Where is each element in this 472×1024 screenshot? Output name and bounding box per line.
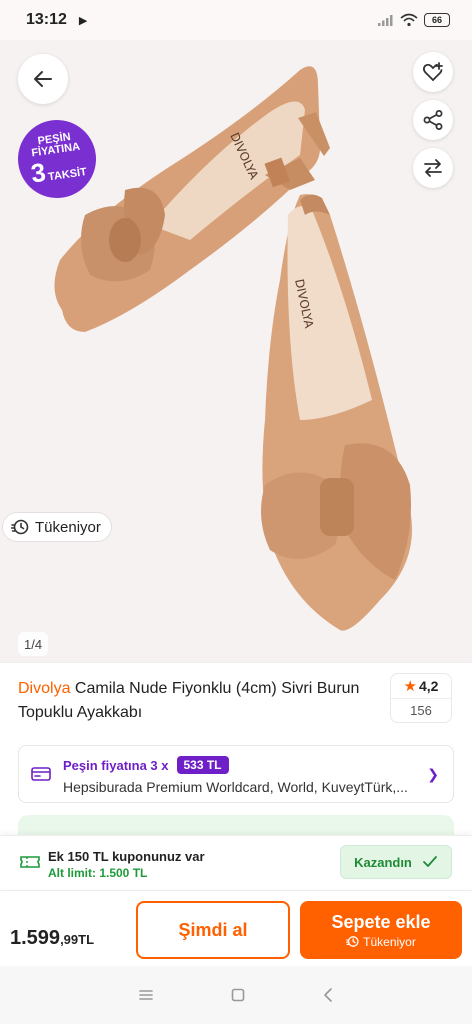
fast-clock-icon [11, 519, 29, 535]
brand-link[interactable]: Divolya [18, 680, 70, 697]
coupon-limit: Alt limit: 1.500 TL [48, 866, 148, 880]
coupon-title: Ek 150 TL kuponunuz var [48, 849, 205, 864]
fast-clock-icon [346, 936, 359, 947]
image-page-indicator: 1/4 [18, 632, 49, 656]
favorite-button[interactable] [413, 52, 453, 92]
price: 1.599,99TL [10, 927, 94, 950]
coupon-won-label: Kazandın [354, 854, 412, 870]
heart-plus-icon [422, 62, 443, 81]
installment-label: Peşin fiyatına 3 x [63, 757, 169, 773]
product-name: Camila Nude Fiyonklu (4cm) Sivri Burun T… [18, 680, 360, 721]
promo-word: TAKSİT [47, 165, 88, 184]
battery-icon: 66 [424, 13, 450, 27]
chevron-right-icon: ❯ [427, 766, 439, 782]
status-time: 13:12 [26, 11, 67, 28]
product-image-gallery[interactable]: DIVOLYA DIVOLYA PEŞİN FİYATINA 3 TAKSİT … [0, 40, 472, 662]
installment-headline: Peşin fiyatına 3 x 533 TL [63, 756, 441, 774]
add-to-cart-button[interactable]: Sepete ekle Tükeniyor [300, 901, 462, 959]
add-to-cart-label: Sepete ekle [331, 911, 431, 932]
low-stock-label: Tükeniyor [35, 518, 101, 536]
play-icon: ▶ [78, 14, 88, 27]
add-to-cart-sub-label: Tükeniyor [363, 934, 416, 949]
home-icon[interactable] [230, 987, 246, 1003]
coupon-bar: Ek 150 TL kuponunuz var Alt limit: 1.500… [0, 835, 472, 889]
rating-box[interactable]: ★ 4,2 156 [390, 673, 452, 723]
rating-value: 4,2 [418, 678, 439, 694]
add-to-cart-sub: Tükeniyor [346, 935, 416, 949]
status-icons: 66 [378, 13, 450, 27]
promo-number: 3 [29, 156, 48, 189]
check-icon [422, 856, 437, 867]
buy-bar: 1.599,99TL Şimdi al Sepete ekle Tükeniyo… [0, 890, 472, 966]
installment-card[interactable]: Peşin fiyatına 3 x 533 TL Hepsiburada Pr… [18, 745, 454, 803]
back-nav-icon[interactable] [321, 987, 335, 1003]
swap-arrows-icon [424, 159, 442, 177]
compare-button[interactable] [413, 148, 453, 188]
star-icon: ★ [403, 678, 417, 695]
signal-icon [378, 15, 393, 26]
credit-card-icon [31, 767, 51, 781]
low-stock-chip: Tükeniyor [2, 512, 112, 542]
review-count: 156 [410, 703, 432, 718]
system-nav-bar [0, 966, 472, 1024]
coupon-icon [20, 856, 40, 868]
back-button[interactable] [18, 54, 68, 104]
share-button[interactable] [413, 100, 453, 140]
installment-cards: Hepsiburada Premium Worldcard, World, Ku… [63, 779, 408, 795]
installment-amount: 533 TL [176, 756, 229, 774]
buy-now-button[interactable]: Şimdi al [136, 901, 290, 959]
buy-now-label: Şimdi al [178, 919, 248, 940]
back-arrow-icon [34, 71, 52, 87]
price-integer: 1.599 [10, 927, 61, 949]
status-bar: 13:12 ▶ 66 [0, 0, 472, 40]
product-title: Divolya Camila Nude Fiyonklu (4cm) Sivri… [18, 677, 388, 725]
price-decimal: ,99TL [60, 932, 95, 947]
rating-score: ★ 4,2 [391, 674, 451, 699]
menu-icon[interactable] [137, 988, 155, 1002]
promo-line3: 3 TAKSİT [29, 153, 88, 189]
wifi-icon [400, 13, 418, 27]
share-icon [423, 110, 443, 130]
coupon-won-button[interactable]: Kazandın [340, 845, 452, 879]
product-title-section: Divolya Camila Nude Fiyonklu (4cm) Sivri… [0, 662, 472, 732]
